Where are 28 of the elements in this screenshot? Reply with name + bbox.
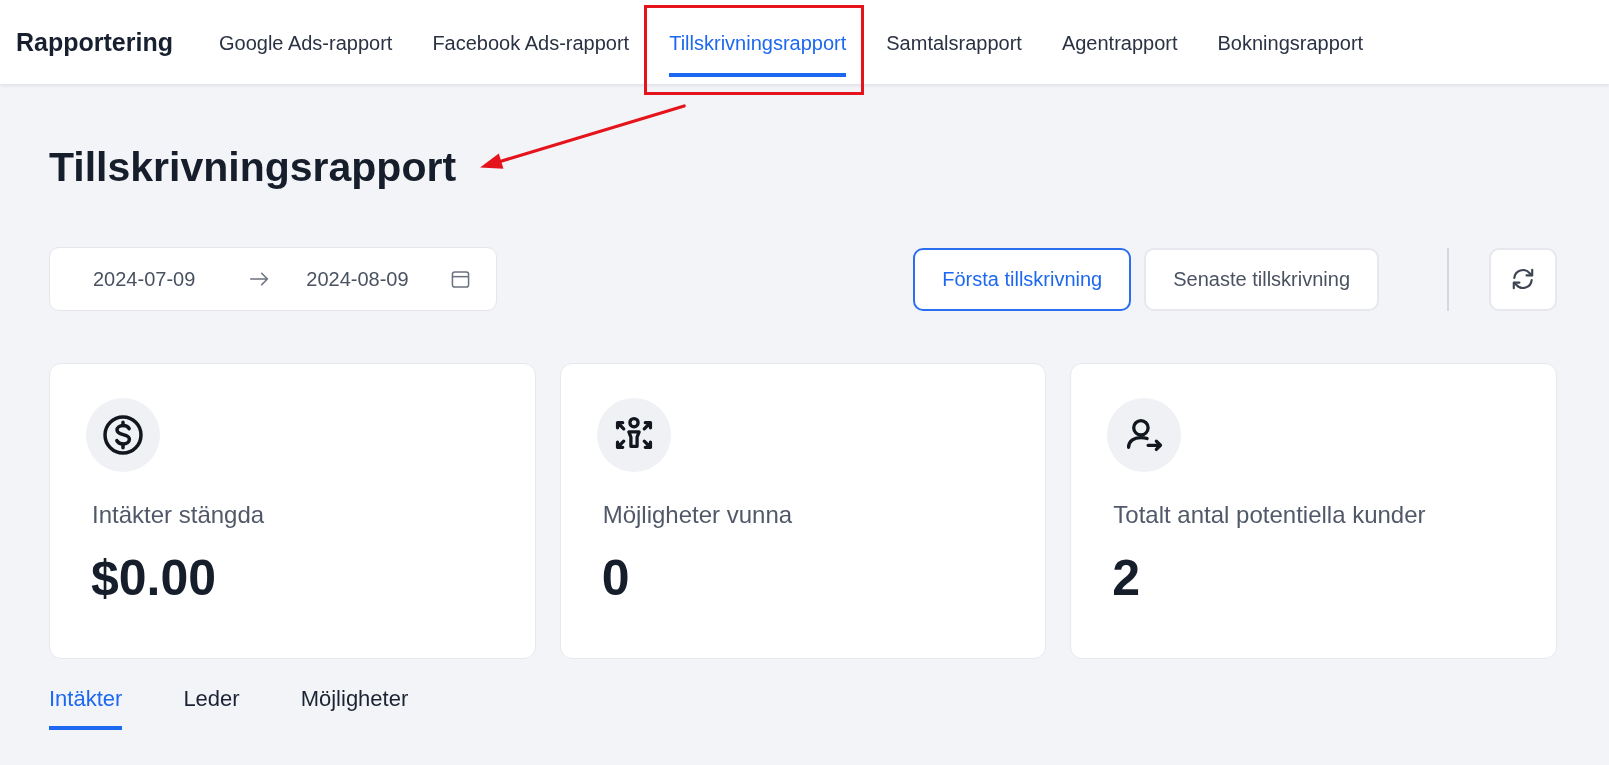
- stat-label: Totalt antal potentiella kunder: [1113, 500, 1426, 530]
- nav-tab[interactable]: Google Ads-rapport: [218, 23, 393, 77]
- calendar-icon: [450, 269, 470, 289]
- attribution-button[interactable]: Första tillskrivning: [913, 247, 1132, 311]
- start-date[interactable]: 2024-07-09: [93, 267, 196, 291]
- end-date[interactable]: 2024-08-09: [306, 267, 409, 291]
- stat-value: 0: [601, 549, 630, 608]
- date-range-picker[interactable]: 2024-07-09 2024-08-09: [49, 247, 497, 311]
- stat-label: Intäkter stängda: [92, 500, 265, 530]
- tab[interactable]: Intäkter: [49, 687, 123, 730]
- nav-tab[interactable]: Bokningsrapport: [1217, 23, 1364, 77]
- nav-tab[interactable]: Agentrapport: [1061, 23, 1178, 77]
- nav-tab[interactable]: Tillskrivningsrapport: [669, 23, 847, 77]
- person-arrows-icon: [596, 398, 671, 472]
- tab[interactable]: Leder: [183, 687, 240, 730]
- arrow-right-icon: [249, 271, 271, 287]
- attribution-button[interactable]: Senaste tillskrivning: [1144, 247, 1379, 311]
- dollar-coin-icon: [86, 398, 160, 472]
- brand-title: Rapportering: [16, 27, 173, 58]
- stat-value: $0.00: [91, 549, 217, 608]
- stat-label: Möjligheter vunna: [602, 500, 793, 530]
- refresh-icon: [1510, 266, 1536, 292]
- nav-tab[interactable]: Samtalsrapport: [886, 23, 1022, 77]
- nav-tab[interactable]: Facebook Ads-rapport: [432, 23, 630, 77]
- refresh-button[interactable]: [1489, 247, 1557, 311]
- stat-value: 2: [1112, 549, 1141, 608]
- tab[interactable]: Möjligheter: [300, 687, 409, 730]
- page-title: Tillskrivningsrapport: [49, 143, 457, 192]
